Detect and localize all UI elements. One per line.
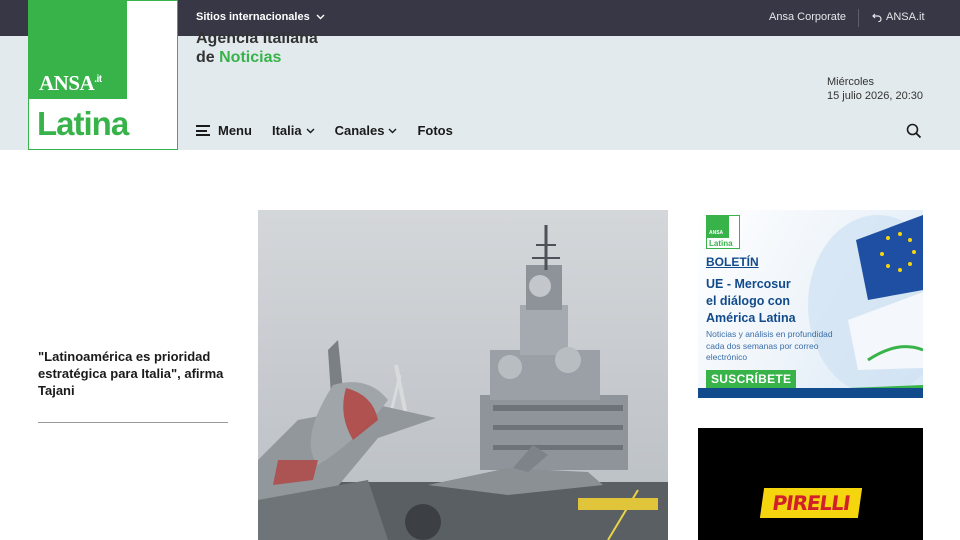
main-nav: Menu Italia Canales Fotos (196, 123, 473, 138)
newsletter-footer-bar (698, 388, 923, 398)
nav-fotos-label: Fotos (417, 123, 453, 138)
nav-item-fotos[interactable]: Fotos (417, 123, 452, 138)
ansa-latina-logo[interactable]: ANSA.it Latina (28, 0, 178, 150)
nav-canales-label: Canales (334, 123, 385, 138)
newsletter-ad[interactable]: ANSA Latina BOLETÍN UE - Mercosur el diá… (698, 210, 923, 398)
lead-story-photo[interactable] (258, 210, 668, 540)
menu-button[interactable]: Menu (196, 123, 252, 138)
nav-item-italia[interactable]: Italia (272, 123, 315, 138)
story-divider (38, 422, 228, 423)
nav-item-canales[interactable]: Canales (335, 123, 398, 138)
current-date: Miércoles 15 julio 2026, 20:30 (827, 75, 923, 103)
topbar-divider (858, 9, 859, 27)
menu-label: Menu (218, 123, 252, 138)
international-sites-dropdown[interactable]: Sitios internacionales (196, 11, 325, 23)
international-sites-label: Sitios internacionales (196, 11, 310, 23)
ansa-it-link[interactable]: ANSA.it (872, 11, 925, 23)
agency-tagline: Agencia Italiana de Noticias (196, 29, 318, 67)
agency-line-1: Agencia Italiana (196, 30, 318, 47)
lead-story-title[interactable]: "Latinoamérica es prioridad estratégica … (38, 348, 233, 399)
date-weekday: Miércoles (826, 76, 875, 88)
return-arrow-icon (872, 13, 882, 22)
pirelli-ad[interactable]: PIRELLI (698, 428, 923, 540)
logo-latina-text: Latina (37, 105, 129, 142)
logo-ansa-text: ANSA.it (39, 71, 102, 95)
agency-line-2: de Noticias (196, 49, 282, 66)
globe-flag-illustration (808, 215, 923, 395)
aircraft-carrier-photo (258, 210, 668, 540)
ansa-it-label: ANSA.it (886, 11, 925, 23)
chevron-down-icon (388, 128, 397, 133)
subscribe-button[interactable]: SUSCRÍBETE (706, 370, 797, 388)
nav-italia-label: Italia (271, 123, 302, 138)
search-icon[interactable] (906, 123, 922, 139)
ansa-latina-mini-logo: ANSA Latina (706, 215, 740, 249)
ansa-corporate-link[interactable]: Ansa Corporate (769, 11, 846, 23)
newsletter-headline: UE - Mercosur el diálogo con América Lat… (706, 277, 796, 325)
date-datetime: 15 julio 2026, 20:30 (826, 90, 923, 102)
chevron-down-icon (316, 14, 325, 20)
newsletter-description: Noticias y análisis en profundidad cada … (706, 329, 833, 362)
pirelli-logo: PIRELLI (759, 488, 863, 518)
newsletter-label: BOLETÍN (706, 255, 759, 269)
hamburger-icon (196, 125, 210, 136)
chevron-down-icon (306, 128, 315, 133)
